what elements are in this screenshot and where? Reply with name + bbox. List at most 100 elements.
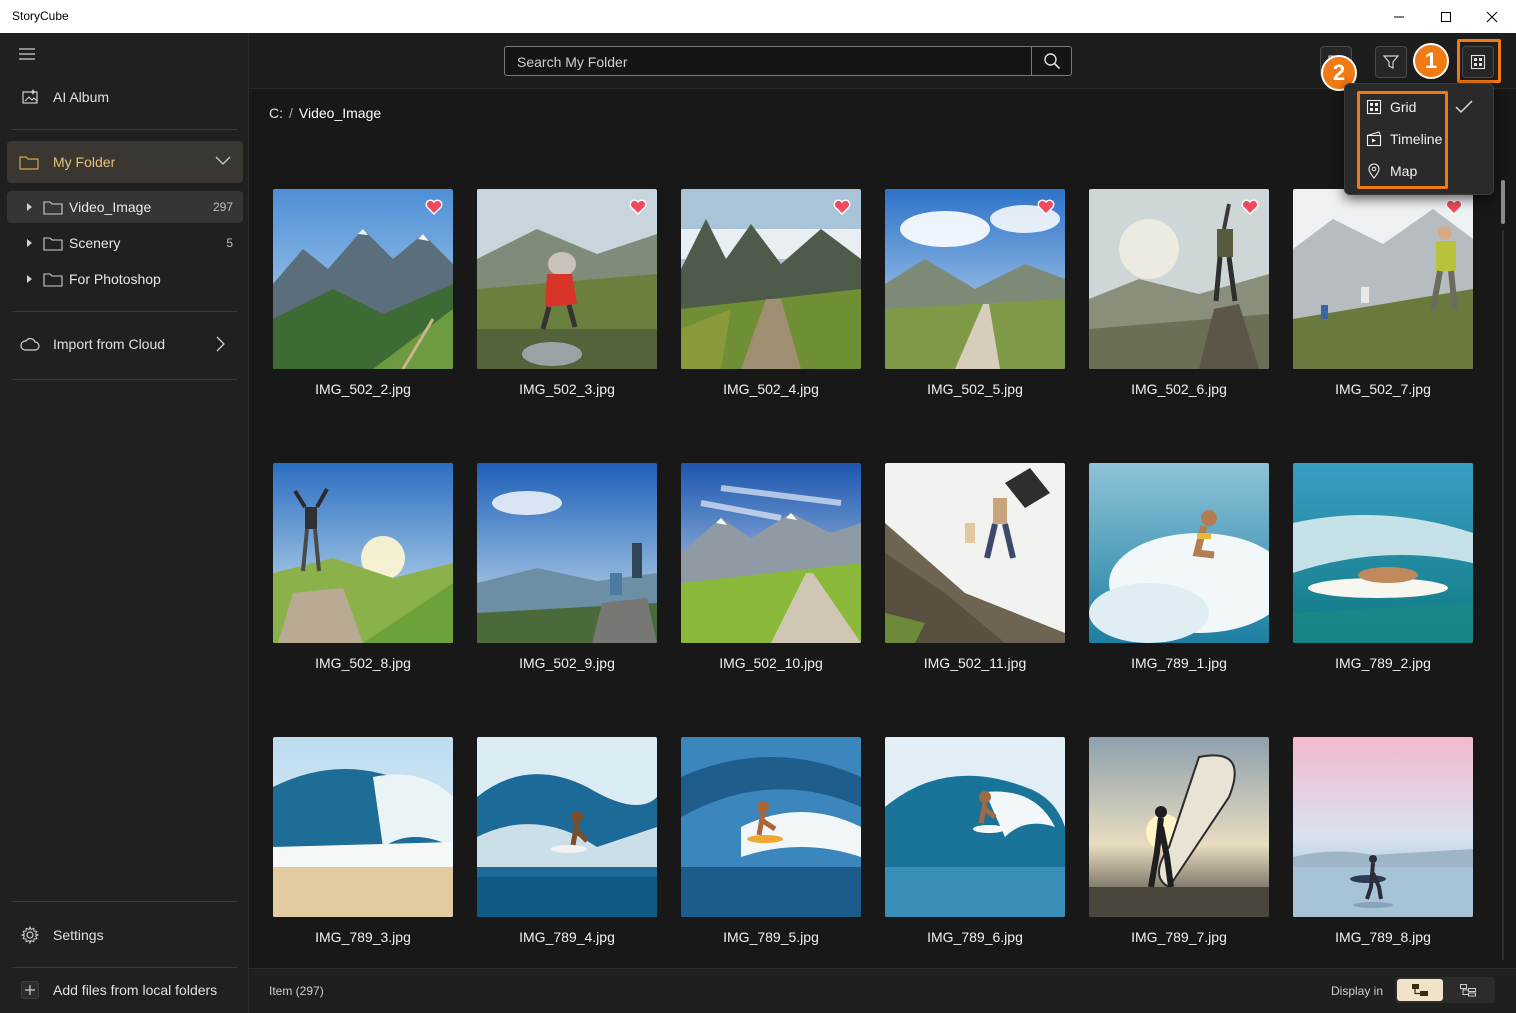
photo-tile[interactable]: IMG_789_7.jpg	[1089, 737, 1269, 967]
photo-filename: IMG_789_5.jpg	[723, 929, 819, 945]
photo-thumbnail[interactable]	[1089, 737, 1269, 917]
minimize-button[interactable]	[1376, 0, 1422, 33]
favorite-heart-icon[interactable]	[1241, 199, 1259, 215]
add-files-item[interactable]: Add files from local folders	[0, 978, 249, 1002]
step-badge-1: 1	[1413, 43, 1449, 79]
photo-thumbnail[interactable]	[1293, 737, 1473, 917]
favorite-heart-icon[interactable]	[833, 199, 851, 215]
photo-tile[interactable]: IMG_502_2.jpg	[273, 189, 453, 419]
photo-thumbnail[interactable]	[477, 737, 657, 917]
search-button[interactable]	[1031, 47, 1071, 75]
photo-tile[interactable]: IMG_502_3.jpg	[477, 189, 657, 419]
photo-thumbnail[interactable]	[1089, 463, 1269, 643]
import-from-cloud-item[interactable]: Import from Cloud	[0, 332, 249, 356]
photo-filename: IMG_502_9.jpg	[519, 655, 615, 671]
photo-tile[interactable]: IMG_502_8.jpg	[273, 463, 453, 693]
gear-icon	[20, 925, 40, 945]
folder-item-for-photoshop[interactable]: For Photoshop	[7, 263, 243, 295]
view-mode-menu: Grid Timeline Map	[1344, 83, 1494, 195]
photo-tile[interactable]: IMG_789_4.jpg	[477, 737, 657, 967]
photo-thumbnail[interactable]	[1293, 189, 1473, 369]
photo-thumbnail[interactable]	[273, 463, 453, 643]
search-input[interactable]: Search My Folder	[517, 54, 627, 70]
photo-thumbnail[interactable]	[273, 737, 453, 917]
plus-icon	[20, 980, 40, 1000]
photo-thumbnail[interactable]	[1293, 463, 1473, 643]
breadcrumb-separator: /	[289, 105, 293, 121]
photo-tile[interactable]: IMG_502_4.jpg	[681, 189, 861, 419]
divider	[12, 379, 237, 380]
photo-tile[interactable]: IMG_789_6.jpg	[885, 737, 1065, 967]
photo-thumbnail[interactable]	[273, 189, 453, 369]
photo-tile[interactable]: IMG_502_11.jpg	[885, 463, 1065, 693]
photo-filename: IMG_502_3.jpg	[519, 381, 615, 397]
folder-name: Scenery	[69, 235, 121, 251]
favorite-heart-icon[interactable]	[629, 199, 647, 215]
photo-thumbnail[interactable]	[681, 737, 861, 917]
photo-thumbnail[interactable]	[1089, 189, 1269, 369]
search-icon	[1043, 53, 1060, 70]
breadcrumb-root[interactable]: C:	[269, 105, 283, 121]
photo-filename: IMG_789_6.jpg	[927, 929, 1023, 945]
my-folder-header[interactable]: My Folder	[7, 141, 243, 183]
ai-album-item[interactable]: AI Album	[0, 85, 249, 109]
photo-filename: IMG_502_7.jpg	[1335, 381, 1431, 397]
display-in-label: Display in	[1331, 984, 1384, 998]
photo-tile[interactable]: IMG_789_3.jpg	[273, 737, 453, 967]
photo-tile[interactable]: IMG_789_2.jpg	[1293, 463, 1473, 693]
folder-count: 5	[226, 236, 233, 250]
photo-tile[interactable]: IMG_502_6.jpg	[1089, 189, 1269, 419]
folder-icon	[43, 237, 63, 251]
sidebar: AI Album My Folder Video_Image 297 Scene…	[0, 33, 249, 1013]
divider	[12, 311, 237, 312]
photo-thumbnail[interactable]	[681, 189, 861, 369]
favorite-heart-icon[interactable]	[1445, 199, 1463, 215]
photo-thumbnail[interactable]	[885, 463, 1065, 643]
photo-tile[interactable]: IMG_502_5.jpg	[885, 189, 1065, 419]
minimize-icon	[1394, 16, 1404, 17]
search-box[interactable]: Search My Folder	[504, 46, 1072, 76]
photo-thumbnail[interactable]	[477, 463, 657, 643]
favorite-heart-icon[interactable]	[1037, 199, 1055, 215]
filter-icon	[1382, 55, 1400, 69]
photo-filename: IMG_502_2.jpg	[315, 381, 411, 397]
caret-right-icon	[27, 239, 32, 247]
photo-thumbnail[interactable]	[885, 189, 1065, 369]
settings-item[interactable]: Settings	[0, 923, 249, 947]
list-tree-icon	[1460, 984, 1476, 997]
scrollbar-thumb[interactable]	[1501, 180, 1505, 224]
favorite-heart-icon[interactable]	[425, 199, 443, 215]
photo-filename: IMG_502_10.jpg	[719, 655, 823, 671]
photo-thumbnail[interactable]	[885, 737, 1065, 917]
photo-tile[interactable]: IMG_502_9.jpg	[477, 463, 657, 693]
import-from-cloud-label: Import from Cloud	[53, 336, 166, 352]
maximize-button[interactable]	[1423, 0, 1469, 33]
vertical-scrollbar[interactable]	[1500, 180, 1506, 960]
close-button[interactable]	[1469, 0, 1515, 33]
folder-icon	[43, 273, 63, 287]
display-folder-tree-button[interactable]	[1397, 979, 1443, 1001]
breadcrumb-current: Video_Image	[298, 105, 382, 121]
folder-icon	[19, 152, 39, 172]
scrollbar-track	[1502, 230, 1504, 960]
photo-tile[interactable]: IMG_789_5.jpg	[681, 737, 861, 967]
photo-tile[interactable]: IMG_502_7.jpg	[1293, 189, 1473, 419]
ai-album-icon	[20, 87, 40, 107]
item-count: Item (297)	[269, 984, 324, 998]
photo-thumbnail[interactable]	[477, 189, 657, 369]
folder-item-scenery[interactable]: Scenery 5	[7, 227, 243, 259]
filter-button[interactable]	[1375, 46, 1407, 78]
folder-item-video-image[interactable]: Video_Image 297	[7, 191, 243, 223]
photo-tile[interactable]: IMG_789_1.jpg	[1089, 463, 1269, 693]
hamburger-menu-button[interactable]	[18, 43, 42, 65]
photo-tile[interactable]: IMG_789_8.jpg	[1293, 737, 1473, 967]
settings-label: Settings	[53, 927, 104, 943]
photo-tile[interactable]: IMG_502_10.jpg	[681, 463, 861, 693]
display-flat-tree-button[interactable]	[1445, 979, 1491, 1001]
title-bar: StoryCube	[0, 0, 1516, 33]
display-toggle	[1395, 977, 1495, 1003]
photo-filename: IMG_789_7.jpg	[1131, 929, 1227, 945]
caret-right-icon	[27, 275, 32, 283]
photo-thumbnail[interactable]	[681, 463, 861, 643]
divider	[12, 129, 237, 130]
